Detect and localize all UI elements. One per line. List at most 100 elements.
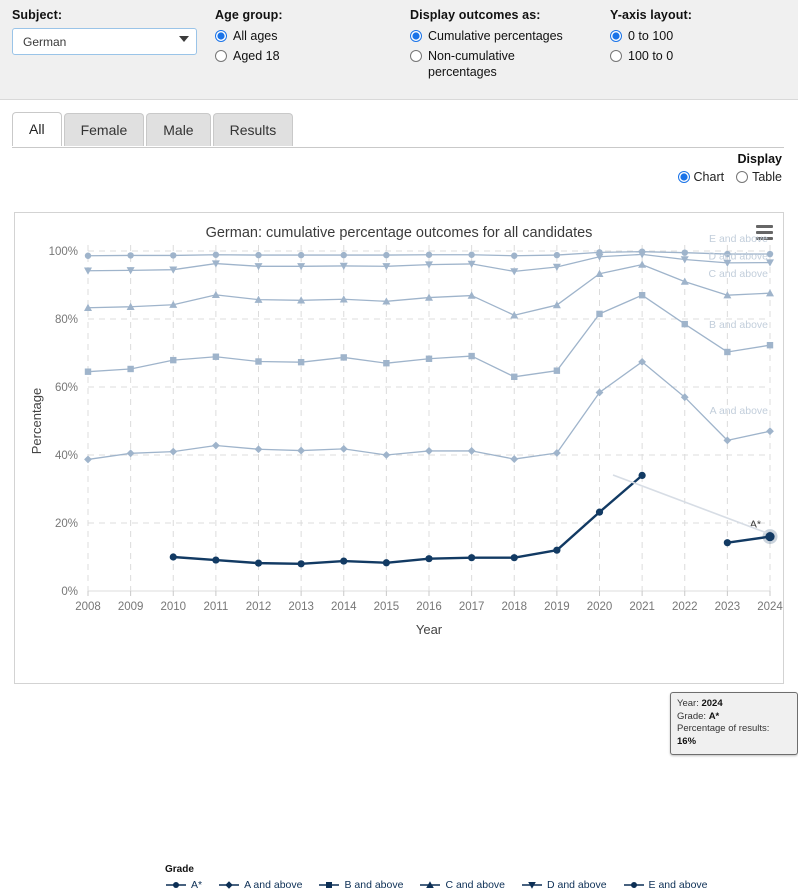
legend-marker-icon — [166, 882, 186, 888]
chart-plot: 0% 20% 40% 60% 80% 100% 2008 2009 2010 2011 2012 20… — [29, 233, 783, 637]
radio-0-to-100[interactable]: 0 to 100 — [610, 28, 780, 44]
x-axis-tick-label: 2018 — [501, 601, 527, 613]
x-axis-title: Year — [416, 622, 443, 637]
series-end-label: E and above — [709, 233, 768, 245]
tabs-area: All Female Male Results — [0, 100, 798, 148]
x-axis-tick-label: 2015 — [374, 601, 400, 613]
yaxis-layout-label: Y-axis layout: — [610, 8, 692, 22]
radio-0-to-100-label[interactable]: 0 to 100 — [628, 28, 673, 44]
legend-title: Grade — [165, 864, 194, 875]
tooltip-grade-label: Grade: — [677, 710, 707, 722]
radio-cumulative[interactable]: Cumulative percentages — [410, 28, 590, 44]
y-axis-tick-label: 60% — [55, 382, 78, 394]
tab-results[interactable]: Results — [212, 113, 294, 146]
radio-table-label[interactable]: Table — [752, 170, 782, 184]
tooltip-grade-value: A* — [708, 710, 720, 722]
chart-tooltip: Year: 2024 Grade: A* Percentage of resul… — [670, 692, 798, 755]
tooltip-percentage-label: Percentage of results: — [677, 723, 770, 734]
chart-container: German: cumulative percentage outcomes f… — [14, 212, 798, 891]
radio-chart-label[interactable]: Chart — [694, 170, 725, 184]
legend-item-label: E and above — [648, 879, 708, 891]
tab-all[interactable]: All — [12, 112, 62, 146]
series-end-label: C and above — [708, 268, 768, 280]
subject-control: Subject: German — [0, 8, 205, 99]
display-outcomes-control: Display outcomes as: Cumulative percenta… — [400, 8, 600, 99]
legend-item-b-and-above[interactable]: B and above — [318, 879, 403, 891]
y-axis-tick-label: 80% — [55, 314, 78, 326]
tooltip-year-label: Year: — [677, 698, 699, 709]
legend-item-label: A and above — [244, 879, 303, 891]
radio-non-cumulative-label[interactable]: Non-cumulative percentages — [428, 48, 563, 80]
radio-aged-18-label[interactable]: Aged 18 — [233, 48, 280, 64]
legend-marker-icon — [319, 882, 340, 888]
x-axis-tick-label: 2020 — [587, 601, 613, 613]
x-axis-tick-label: 2017 — [459, 601, 485, 613]
tooltip-percentage-value: 16% — [677, 735, 697, 747]
radio-0-to-100-input[interactable] — [610, 30, 622, 42]
tab-list: All Female Male Results — [12, 112, 798, 146]
x-axis-tick-label: 2022 — [672, 601, 698, 613]
y-axis-tick-label: 40% — [55, 450, 78, 462]
legend-item-a[interactable]: A* — [165, 879, 202, 891]
radio-chart[interactable]: Chart — [677, 170, 725, 184]
radio-cumulative-input[interactable] — [410, 30, 422, 42]
display-title: Display — [737, 152, 782, 166]
radio-all-ages-input[interactable] — [215, 30, 227, 42]
x-axis-tick-label: 2014 — [331, 601, 357, 613]
legend-item-e-and-above[interactable]: E and above — [623, 879, 708, 891]
series-end-label: A and above — [710, 405, 769, 417]
series-end-label: D and above — [708, 251, 768, 263]
x-axis-tick-label: 2012 — [246, 601, 272, 613]
age-group-control: Age group: All ages Aged 18 — [205, 8, 400, 99]
radio-chart-input[interactable] — [677, 171, 690, 183]
series-end-label: B and above — [709, 319, 768, 331]
y-axis-title: Percentage — [29, 388, 44, 455]
controls-bar: Subject: German Age group: All ages Aged… — [0, 0, 798, 100]
radio-non-cumulative-input[interactable] — [410, 50, 422, 62]
legend-marker-icon — [219, 881, 240, 889]
y-axis-tick-label: 100% — [49, 246, 78, 258]
tooltip-year-value: 2024 — [701, 698, 723, 709]
legend-item-c-and-above[interactable]: C and above — [419, 879, 505, 891]
x-axis-tick-label: 2019 — [544, 601, 570, 613]
radio-all-ages[interactable]: All ages — [215, 28, 390, 44]
radio-100-to-0[interactable]: 100 to 0 — [610, 48, 780, 64]
series-a — [169, 471, 778, 568]
x-axis-tick-label: 2024 — [757, 601, 783, 613]
x-axis-tick-label: 2016 — [416, 601, 442, 613]
yaxis-layout-control: Y-axis layout: 0 to 100 100 to 0 — [600, 8, 790, 99]
x-axis-tick-label: 2010 — [160, 601, 186, 613]
legend-marker-icon — [420, 881, 441, 888]
chart-legend: Grade A* A and above B and above C and abov… — [165, 864, 708, 891]
radio-100-to-0-label[interactable]: 100 to 0 — [628, 48, 673, 64]
display-outcomes-label: Display outcomes as: — [410, 8, 541, 22]
radio-100-to-0-input[interactable] — [610, 50, 622, 62]
x-axis-tick-label: 2021 — [629, 601, 655, 613]
radio-table[interactable]: Table — [736, 170, 782, 184]
tab-female[interactable]: Female — [63, 113, 145, 146]
radio-table-input[interactable] — [736, 171, 749, 183]
radio-non-cumulative[interactable]: Non-cumulative percentages — [410, 48, 590, 80]
radio-cumulative-label[interactable]: Cumulative percentages — [428, 28, 563, 44]
y-axis-tick-label: 0% — [61, 586, 78, 598]
age-group-label: Age group: — [215, 8, 283, 22]
radio-aged-18-input[interactable] — [215, 50, 227, 62]
tab-male[interactable]: Male — [146, 113, 211, 146]
legend-item-a-and-above[interactable]: A and above — [218, 879, 302, 891]
legend-marker-icon — [623, 882, 644, 888]
radio-all-ages-label[interactable]: All ages — [233, 28, 277, 44]
legend-item-label: C and above — [445, 879, 505, 891]
radio-aged-18[interactable]: Aged 18 — [215, 48, 390, 64]
legend-item-label: D and above — [547, 879, 607, 891]
legend-item-list: A* A and above B and above C and above D and… — [165, 879, 708, 891]
legend-marker-icon — [522, 882, 542, 889]
x-axis-tick-label: 2009 — [118, 601, 144, 613]
x-axis-tick-label: 2013 — [288, 601, 314, 613]
legend-item-label: B and above — [344, 879, 404, 891]
subject-label: Subject: — [12, 8, 63, 22]
x-axis-tick-label: 2008 — [75, 601, 101, 613]
display-control: Display Chart Table — [0, 148, 798, 196]
legend-item-d-and-above[interactable]: D and above — [521, 879, 607, 891]
legend-item-label: A* — [191, 879, 203, 891]
subject-select[interactable]: German — [12, 28, 197, 55]
